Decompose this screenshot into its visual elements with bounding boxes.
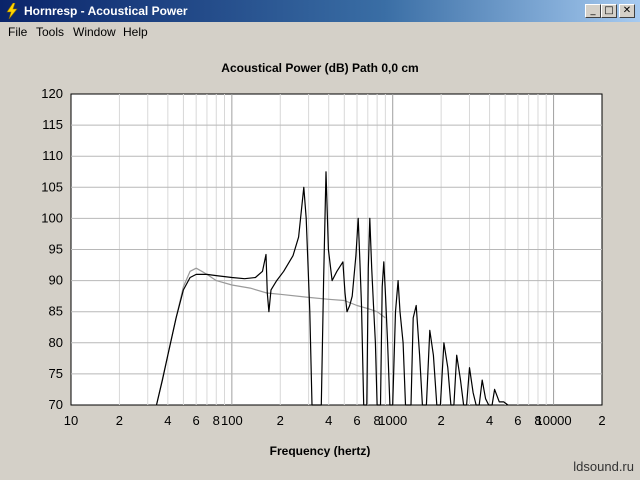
watermark: ldsound.ru xyxy=(573,459,634,474)
y-tick-label: 75 xyxy=(49,366,63,381)
x-tick-label: 6 xyxy=(514,413,521,428)
window-title: Hornresp - Acoustical Power xyxy=(24,4,188,18)
x-tick-label: 10 xyxy=(64,413,78,428)
x-tick-label: 2 xyxy=(438,413,445,428)
y-tick-label: 95 xyxy=(49,242,63,257)
title-bar: Hornresp - Acoustical Power _ □ ✕ xyxy=(0,0,640,22)
chart-title: Acoustical Power (dB) Path 0,0 cm xyxy=(221,61,418,75)
x-tick-label: 6 xyxy=(193,413,200,428)
x-tick-label: 2 xyxy=(598,413,605,428)
menu-tools[interactable]: Tools xyxy=(36,25,64,39)
x-tick-label: 2 xyxy=(116,413,123,428)
y-tick-label: 70 xyxy=(49,397,63,412)
minimize-button[interactable]: _ xyxy=(585,4,601,18)
x-tick-label: 4 xyxy=(164,413,171,428)
x-tick-label: 10000 xyxy=(535,413,571,428)
lightning-icon xyxy=(6,3,18,19)
x-tick-label: 4 xyxy=(486,413,493,428)
x-tick-label: 2 xyxy=(277,413,284,428)
x-axis-label: Frequency (hertz) xyxy=(270,444,371,457)
x-tick-label: 4 xyxy=(325,413,332,428)
x-tick-label: 6 xyxy=(353,413,360,428)
y-tick-label: 80 xyxy=(49,335,63,350)
acoustical-power-chart: Acoustical Power (dB) Path 0,0 cm 120 115… xyxy=(41,61,605,457)
menu-window[interactable]: Window xyxy=(73,25,116,39)
x-tick-label: 100 xyxy=(221,413,243,428)
y-tick-label: 85 xyxy=(49,304,63,319)
menu-help[interactable]: Help xyxy=(123,25,148,39)
menu-bar: File Tools Window Help xyxy=(0,22,640,41)
close-button[interactable]: ✕ xyxy=(619,4,635,18)
x-tick-label: 8 xyxy=(213,413,220,428)
y-tick-label: 100 xyxy=(41,210,63,225)
y-tick-label: 115 xyxy=(42,117,63,132)
y-tick-label: 90 xyxy=(49,273,63,288)
y-tick-label: 110 xyxy=(42,148,63,163)
y-tick-label: 120 xyxy=(41,86,63,101)
x-tick-label: 1000 xyxy=(378,413,407,428)
y-tick-label: 105 xyxy=(41,179,63,194)
maximize-button[interactable]: □ xyxy=(601,4,617,18)
menu-file[interactable]: File xyxy=(8,25,27,39)
